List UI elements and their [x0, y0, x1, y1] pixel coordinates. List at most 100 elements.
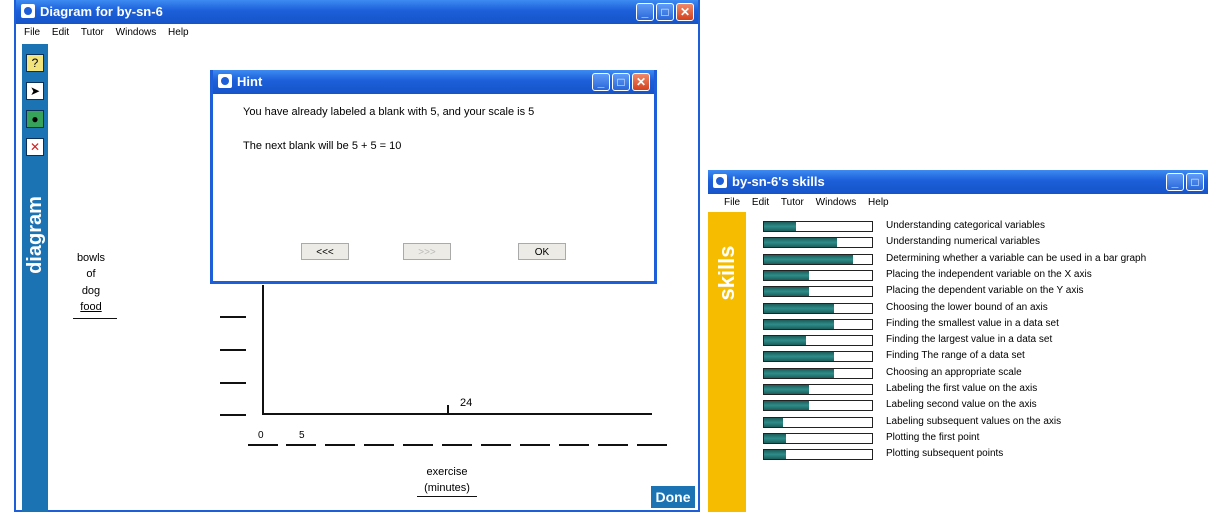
- skill-name: Finding the largest value in a data set: [886, 334, 1053, 346]
- previous-hint-button[interactable]: <<<: [301, 243, 349, 260]
- menu-windows[interactable]: Windows: [816, 194, 857, 212]
- skill-meter: [763, 286, 873, 298]
- maximize-icon[interactable]: □: [1186, 173, 1204, 191]
- close-icon[interactable]: ✕: [676, 3, 694, 21]
- menu-tutor[interactable]: Tutor: [781, 194, 804, 212]
- skill-name: Understanding categorical variables: [886, 220, 1045, 231]
- skill-row: Choosing the lower bound of an axis: [763, 300, 1208, 316]
- skill-name: Finding The range of a data set: [886, 350, 1025, 362]
- menu-help[interactable]: Help: [168, 24, 189, 42]
- hint-titlebar[interactable]: Hint _ □ ✕: [213, 70, 654, 94]
- x-tick-label: 5: [299, 430, 305, 441]
- skill-row: Understanding numerical variables: [763, 234, 1208, 250]
- x-blank[interactable]: [325, 444, 355, 446]
- skill-meter: [763, 351, 873, 363]
- diagram-titlebar[interactable]: Diagram for by-sn-6 _ □ ✕: [16, 0, 698, 24]
- close-icon[interactable]: ✕: [632, 73, 650, 91]
- select-arrow-icon[interactable]: ➤: [26, 82, 44, 100]
- hint-dialog: Hint _ □ ✕ You have already labeled a bl…: [210, 70, 657, 284]
- skills-window: by-sn-6's skills _ □ File Edit Tutor Win…: [708, 170, 1208, 512]
- menu-file[interactable]: File: [724, 194, 740, 212]
- skill-name: Plotting subsequent points: [886, 448, 1004, 460]
- skill-meter: [763, 449, 873, 461]
- skill-name: Labeling subsequent values on the axis: [886, 415, 1062, 427]
- skill-name: Placing the independent variable on the …: [886, 268, 1092, 280]
- menu-edit[interactable]: Edit: [52, 24, 69, 42]
- done-button[interactable]: Done: [651, 486, 695, 508]
- x-blank[interactable]: [442, 444, 472, 446]
- skill-name: Plotting the first point: [886, 431, 980, 443]
- y-axis-label-line: of: [86, 268, 96, 280]
- hint-message-line: You have already labeled a blank with 5,…: [243, 106, 535, 118]
- skill-row: Labeling subsequent values on the axis: [763, 414, 1208, 430]
- hint-message-line: The next blank will be 5 + 5 = 10: [243, 140, 402, 152]
- x-blank[interactable]: [637, 444, 667, 446]
- skill-name: Understanding numerical variables: [886, 236, 1040, 248]
- skill-row: Finding the smallest value in a data set: [763, 316, 1208, 332]
- skill-row: Understanding categorical variables: [763, 218, 1208, 234]
- next-hint-button[interactable]: >>>: [403, 243, 451, 260]
- x-blank[interactable]: [520, 444, 550, 446]
- x-axis-label-line: (minutes): [424, 482, 470, 494]
- x-blank[interactable]: [481, 444, 511, 446]
- x-axis: [262, 413, 652, 415]
- menu-windows[interactable]: Windows: [116, 24, 157, 42]
- skill-meter: [763, 432, 873, 444]
- hint-tool-icon[interactable]: ?: [26, 54, 44, 72]
- skills-sidebar: skills: [708, 212, 746, 512]
- skill-name: Determining whether a variable can be us…: [886, 252, 1147, 264]
- x-blank[interactable]: [248, 444, 278, 446]
- delete-icon[interactable]: ✕: [26, 138, 44, 156]
- menu-edit[interactable]: Edit: [752, 194, 769, 212]
- skill-meter-fill: [764, 238, 838, 248]
- maximize-icon[interactable]: □: [656, 3, 674, 21]
- app-icon: [21, 4, 35, 18]
- skill-meter: [763, 302, 873, 314]
- skills-titlebar[interactable]: by-sn-6's skills _ □: [708, 170, 1208, 194]
- minimize-icon[interactable]: _: [592, 73, 610, 91]
- skill-row: Plotting subsequent points: [763, 446, 1208, 462]
- skill-row: Finding the largest value in a data set: [763, 332, 1208, 348]
- skill-meter-fill: [764, 450, 786, 460]
- skill-row: Determining whether a variable can be us…: [763, 251, 1208, 267]
- add-point-icon[interactable]: ●: [26, 110, 44, 128]
- skill-name: Choosing an appropriate scale: [886, 366, 1022, 378]
- skill-meter-fill: [764, 385, 810, 394]
- menu-tutor[interactable]: Tutor: [81, 24, 104, 42]
- diagram-window-title: Diagram for by-sn-6: [40, 4, 163, 19]
- y-blank[interactable]: [220, 382, 246, 384]
- x-blank[interactable]: [403, 444, 433, 446]
- skill-meter: [763, 416, 873, 428]
- skill-meter-fill: [764, 401, 810, 411]
- ok-button[interactable]: OK: [518, 243, 566, 260]
- skill-meter: [763, 400, 873, 412]
- y-label-underline: [73, 318, 117, 319]
- y-blank[interactable]: [220, 414, 246, 416]
- skill-row: Placing the dependent variable on the Y …: [763, 283, 1208, 299]
- y-blank[interactable]: [220, 316, 246, 318]
- y-blank[interactable]: [220, 349, 246, 351]
- x-blank[interactable]: [286, 444, 316, 446]
- menu-help[interactable]: Help: [868, 194, 889, 212]
- menu-file[interactable]: File: [24, 24, 40, 42]
- skill-meter-fill: [764, 287, 810, 297]
- x-blank[interactable]: [559, 444, 589, 446]
- skill-meter-fill: [764, 352, 835, 362]
- data-point-marker[interactable]: [447, 405, 449, 415]
- skill-name: Labeling second value on the axis: [886, 399, 1037, 411]
- app-icon: [713, 174, 727, 188]
- skill-meter: [763, 221, 873, 232]
- maximize-icon[interactable]: □: [612, 73, 630, 91]
- skills-menubar: File Edit Tutor Windows Help: [708, 194, 1208, 212]
- y-axis-label-line: food: [80, 301, 102, 313]
- skill-row: Labeling second value on the axis: [763, 397, 1208, 413]
- skills-side-label: skills: [714, 245, 739, 301]
- skill-meter-fill: [764, 303, 835, 313]
- minimize-icon[interactable]: _: [636, 3, 654, 21]
- skill-meter: [763, 269, 873, 281]
- skill-row: Choosing an appropriate scale: [763, 365, 1208, 381]
- x-blank[interactable]: [364, 444, 394, 446]
- minimize-icon[interactable]: _: [1166, 173, 1184, 191]
- app-icon: [218, 74, 232, 88]
- x-blank[interactable]: [598, 444, 628, 446]
